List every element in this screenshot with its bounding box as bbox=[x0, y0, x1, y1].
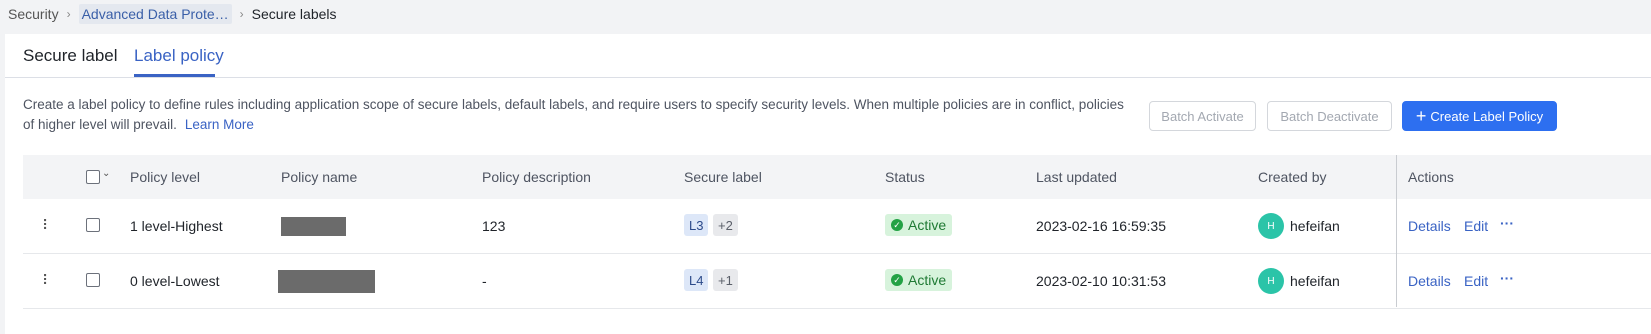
more-labels-tag[interactable]: +1 bbox=[713, 269, 738, 291]
row-checkbox[interactable] bbox=[86, 218, 100, 232]
table-row: ⠇ 1 level-Highest 123 L3 +2 ✓ Active 202… bbox=[23, 199, 1651, 254]
batch-activate-button[interactable]: Batch Activate bbox=[1149, 101, 1256, 131]
main-panel: Secure label Label policy Create a label… bbox=[5, 34, 1651, 334]
more-labels-tag[interactable]: +2 bbox=[713, 214, 738, 236]
learn-more-link[interactable]: Learn More bbox=[185, 117, 254, 132]
chevron-right-icon: › bbox=[239, 7, 244, 21]
breadcrumb-security[interactable]: Security bbox=[8, 6, 59, 22]
header-last-updated: Last updated bbox=[1036, 169, 1117, 185]
page-description: Create a label policy to define rules in… bbox=[23, 95, 1138, 135]
header-actions: Actions bbox=[1408, 169, 1454, 185]
header-created-by: Created by bbox=[1258, 169, 1327, 185]
tab-secure-label[interactable]: Secure label bbox=[23, 46, 118, 66]
created-by: hefeifan bbox=[1290, 218, 1340, 234]
last-updated: 2023-02-10 10:31:53 bbox=[1036, 273, 1166, 289]
header-status: Status bbox=[885, 169, 925, 185]
policy-table: ⌄ Policy level Policy name Policy descri… bbox=[23, 155, 1651, 309]
header-policy-description: Policy description bbox=[482, 169, 591, 185]
table-header: ⌄ Policy level Policy name Policy descri… bbox=[23, 155, 1651, 199]
last-updated: 2023-02-16 16:59:35 bbox=[1036, 218, 1166, 234]
breadcrumb-advanced-data-protection[interactable]: Advanced Data Prote… bbox=[78, 4, 232, 24]
details-link[interactable]: Details bbox=[1408, 273, 1451, 289]
check-circle-icon: ✓ bbox=[891, 274, 903, 286]
header-secure-label: Secure label bbox=[684, 169, 762, 185]
status-badge: ✓ Active bbox=[885, 269, 953, 291]
policy-description: 123 bbox=[482, 218, 506, 234]
check-circle-icon: ✓ bbox=[891, 219, 903, 231]
breadcrumb: Security › Advanced Data Prote… › Secure… bbox=[0, 0, 1651, 28]
edit-link[interactable]: Edit bbox=[1464, 273, 1488, 289]
status-text: Active bbox=[908, 272, 947, 288]
create-label-policy-button[interactable]: + Create Label Policy bbox=[1402, 101, 1557, 131]
status-badge: ✓ Active bbox=[885, 214, 953, 236]
actions-column-divider bbox=[1396, 155, 1397, 307]
secure-label-tag: L4 bbox=[684, 269, 709, 291]
more-actions-icon[interactable]: ··· bbox=[1500, 270, 1514, 286]
breadcrumb-current: Secure labels bbox=[251, 6, 337, 22]
chevron-down-icon[interactable]: ⌄ bbox=[102, 168, 110, 179]
tab-bar: Secure label Label policy bbox=[5, 34, 1651, 78]
status-text: Active bbox=[908, 217, 947, 233]
details-link[interactable]: Details bbox=[1408, 218, 1451, 234]
redacted-policy-name bbox=[278, 270, 375, 293]
policy-level: 1 level-Highest bbox=[130, 218, 223, 234]
policy-description: - bbox=[482, 273, 487, 289]
create-label-policy-label: Create Label Policy bbox=[1430, 108, 1544, 124]
batch-deactivate-button[interactable]: Batch Deactivate bbox=[1267, 101, 1392, 131]
redacted-policy-name bbox=[281, 217, 346, 236]
active-tab-indicator bbox=[134, 74, 215, 77]
header-policy-level: Policy level bbox=[130, 169, 201, 185]
header-policy-name: Policy name bbox=[281, 169, 358, 185]
created-by: hefeifan bbox=[1290, 273, 1340, 289]
edit-link[interactable]: Edit bbox=[1464, 218, 1488, 234]
drag-handle-icon[interactable]: ⠇ bbox=[42, 218, 52, 232]
plus-icon: + bbox=[1415, 106, 1427, 126]
chevron-right-icon: › bbox=[66, 7, 71, 21]
avatar: H bbox=[1258, 213, 1284, 239]
row-checkbox[interactable] bbox=[86, 273, 100, 287]
avatar: H bbox=[1258, 268, 1284, 294]
drag-handle-icon[interactable]: ⠇ bbox=[42, 273, 52, 287]
table-row: ⠇ 0 level-Lowest - L4 +1 ✓ Active 2023-0… bbox=[23, 254, 1651, 309]
tab-label-policy[interactable]: Label policy bbox=[134, 46, 224, 66]
select-all-checkbox[interactable] bbox=[86, 170, 100, 184]
more-actions-icon[interactable]: ··· bbox=[1500, 215, 1514, 231]
policy-level: 0 level-Lowest bbox=[130, 273, 220, 289]
secure-label-tag: L3 bbox=[684, 214, 709, 236]
